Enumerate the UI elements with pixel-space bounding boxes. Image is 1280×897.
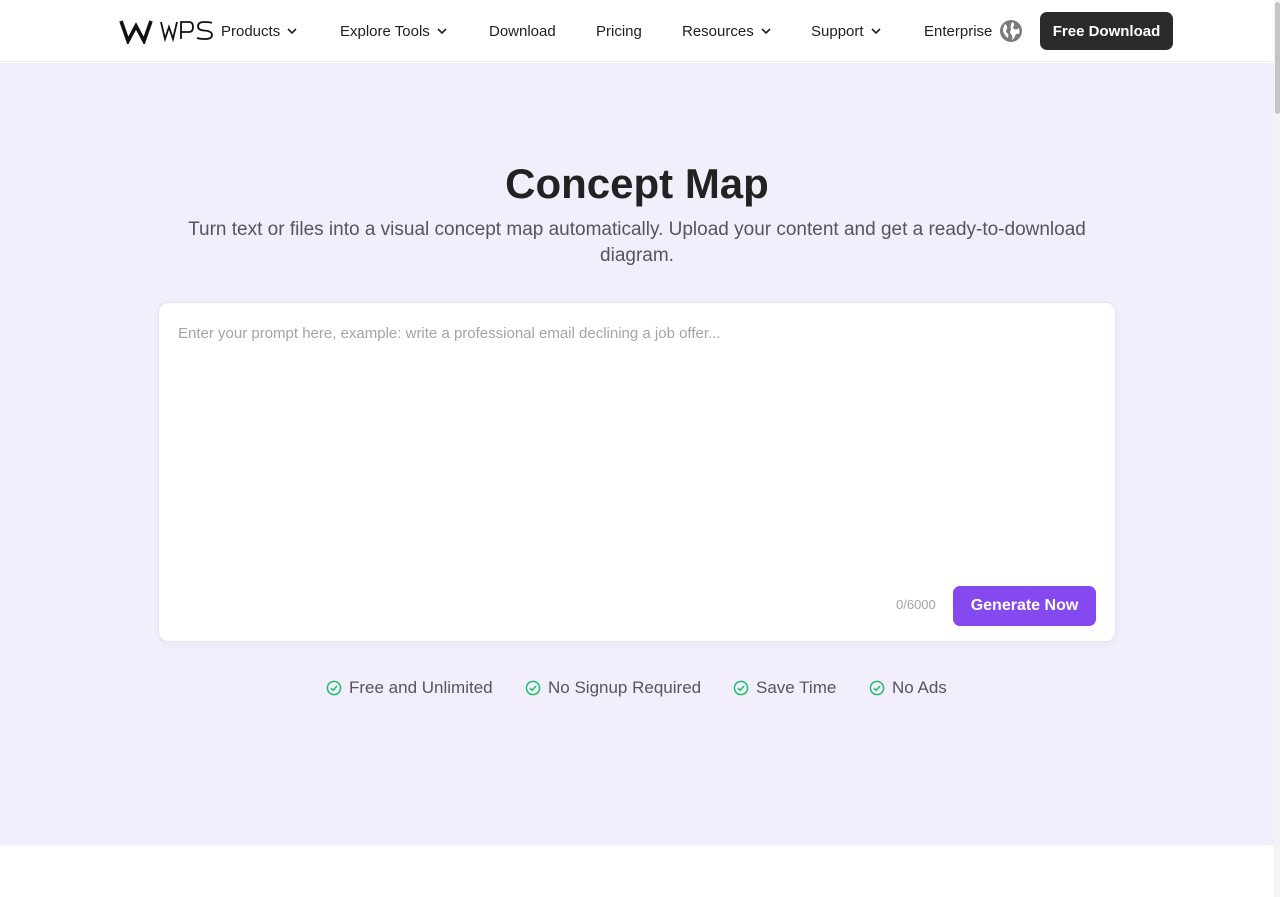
wps-wordmark-icon <box>160 21 213 43</box>
nav-pricing-label: Pricing <box>596 22 642 40</box>
check-circle-icon <box>869 680 885 696</box>
page-title: Concept Map <box>505 160 769 207</box>
nav-pricing[interactable]: Pricing <box>596 20 642 42</box>
nav-enterprise[interactable]: Enterprise <box>924 20 992 42</box>
scrollbar-thumb[interactable] <box>1275 2 1280 114</box>
site-header: Products Explore Tools Download Pricing … <box>0 0 1274 62</box>
feature-save-time: Save Time <box>733 677 836 699</box>
character-counter: 0/6000 <box>896 597 936 612</box>
chevron-down-icon <box>287 28 297 35</box>
check-circle-icon <box>326 680 342 696</box>
nav-products-label: Products <box>221 22 281 40</box>
check-circle-icon <box>733 680 749 696</box>
nav-support-label: Support <box>811 22 864 40</box>
feature-label: No Ads <box>892 678 947 697</box>
nav-explore-tools-label: Explore Tools <box>340 22 430 40</box>
nav-enterprise-label: Enterprise <box>924 22 993 40</box>
feature-no-ads: No Ads <box>869 677 947 699</box>
generate-now-label: Generate Now <box>970 597 1079 614</box>
nav-download-label: Download <box>489 22 556 40</box>
wps-logo[interactable] <box>119 17 153 45</box>
feature-label: No Signup Required <box>548 678 702 697</box>
wps-wordmark[interactable] <box>160 19 214 48</box>
page-subtitle: Turn text or files into a visual concept… <box>188 219 1086 266</box>
free-download-label: Free Download <box>1052 22 1161 40</box>
chevron-down-icon <box>870 28 881 35</box>
generate-now-button[interactable]: Generate Now <box>953 586 1096 626</box>
nav-download[interactable]: Download <box>489 20 556 42</box>
nav-support[interactable]: Support <box>811 20 882 42</box>
prompt-input[interactable] <box>178 325 1096 565</box>
feature-label: Save Time <box>756 678 837 697</box>
nav-resources-label: Resources <box>682 22 754 40</box>
chevron-down-icon <box>437 28 447 35</box>
feature-free-unlimited: Free and Unlimited <box>326 677 493 699</box>
page-scrollbar[interactable] <box>1274 0 1280 897</box>
nav-resources[interactable]: Resources <box>682 20 772 42</box>
nav-explore-tools[interactable]: Explore Tools <box>340 20 448 42</box>
nav-products[interactable]: Products <box>221 20 298 42</box>
wps-logo-icon <box>119 20 153 44</box>
free-download-button[interactable]: Free Download <box>1040 12 1173 50</box>
feature-label: Free and Unlimited <box>349 678 493 697</box>
feature-no-signup: No Signup Required <box>525 677 701 699</box>
check-circle-icon <box>525 680 541 696</box>
globe-icon[interactable] <box>999 19 1023 43</box>
chevron-down-icon <box>761 28 771 35</box>
